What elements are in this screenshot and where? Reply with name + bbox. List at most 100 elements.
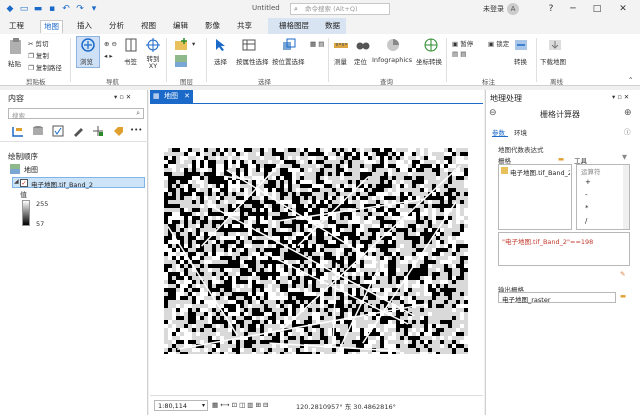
rasters-list[interactable]: 电子地图.tif_Band_2: [498, 164, 572, 230]
download-map-icon[interactable]: [548, 38, 562, 52]
measure-button[interactable]: 测量: [334, 56, 347, 66]
tab-insert[interactable]: 插入: [74, 20, 95, 33]
operator-multiply[interactable]: *: [585, 204, 589, 212]
goto-xy-icon[interactable]: [146, 38, 160, 52]
list-by-source-icon[interactable]: [32, 125, 44, 137]
tab-imagery[interactable]: 影像: [202, 20, 223, 33]
copy-path-button[interactable]: ❐ 复制路径: [28, 62, 62, 72]
save-icon[interactable]: ▪: [46, 3, 58, 15]
minimize-button[interactable]: ─: [566, 2, 580, 16]
goto-xy-button[interactable]: 转到 XY: [144, 56, 162, 70]
locate-button[interactable]: 定位: [354, 56, 367, 66]
list-by-labeling-icon[interactable]: [112, 125, 124, 137]
basemap-icon[interactable]: [174, 54, 188, 68]
expression-builder-icon[interactable]: ✎: [620, 270, 625, 278]
redo-icon[interactable]: ↷: [74, 3, 86, 15]
avatar[interactable]: A: [507, 3, 519, 15]
undo-icon[interactable]: ↶: [60, 3, 72, 15]
operator-minus[interactable]: -: [585, 191, 588, 199]
operator-plus[interactable]: +: [585, 178, 591, 186]
more-options-icon[interactable]: •••: [130, 126, 142, 134]
raster-list-item[interactable]: 电子地图.tif_Band_2: [499, 166, 571, 177]
sign-in-status[interactable]: 未登录: [483, 4, 504, 14]
scale-selector[interactable]: 1:80,114 ▾: [154, 400, 208, 411]
pause-labels-button[interactable]: ▣ 暂停: [452, 38, 473, 48]
maximize-button[interactable]: □: [590, 2, 604, 16]
help-icon[interactable]: ⓘ: [624, 126, 631, 136]
download-map-button[interactable]: 下载地图: [540, 56, 566, 66]
infographics-icon[interactable]: [386, 38, 400, 52]
tab-edit[interactable]: 编辑: [170, 20, 191, 33]
map-view-tab[interactable]: ▦ 地图 ✕: [150, 90, 193, 103]
measure-icon[interactable]: [334, 38, 348, 52]
tab-data[interactable]: 数据: [322, 20, 343, 33]
list-by-selection-icon[interactable]: [52, 125, 64, 137]
help-button[interactable]: ?: [544, 2, 558, 16]
cut-button[interactable]: ✂ 剪切: [28, 38, 49, 48]
select-by-location-icon[interactable]: [282, 38, 296, 52]
layer-item[interactable]: ◢ ✓ 电子地图.tif_Band_2: [12, 177, 145, 189]
tab-raster-layer[interactable]: 栅格图层: [276, 20, 312, 33]
command-search-input[interactable]: ⌕ 命令搜索 (Alt+Q): [290, 3, 390, 15]
tab-share[interactable]: 共享: [234, 20, 255, 33]
map-canvas[interactable]: [150, 103, 483, 395]
convert-button[interactable]: 转换: [514, 56, 527, 66]
output-raster-input[interactable]: 电子地图_raster: [498, 292, 616, 304]
operators-scrollbar[interactable]: [623, 165, 629, 229]
tab-map[interactable]: 地图: [40, 20, 63, 33]
expression-textbox[interactable]: "电子地图.tif_Band_2"==198: [498, 232, 630, 266]
layer-visibility-checkbox[interactable]: ✓: [20, 179, 28, 187]
list-by-snapping-icon[interactable]: [92, 125, 104, 137]
new-project-icon[interactable]: ▭: [18, 3, 30, 15]
close-tab-icon[interactable]: ✕: [184, 90, 190, 103]
filter-icon[interactable]: ▼: [622, 153, 627, 161]
select-by-attributes-button[interactable]: 按属性选择: [236, 56, 269, 66]
cut-icon: ✂: [28, 40, 36, 48]
tab-view[interactable]: 视图: [138, 20, 159, 33]
select-button[interactable]: 选择: [214, 56, 227, 66]
convert-icon[interactable]: [514, 38, 528, 52]
bookmark-button[interactable]: 书签: [124, 56, 137, 66]
geoprocessing-pane-controls-icon[interactable]: ▾ ▫ ✕: [612, 93, 629, 101]
copy-button[interactable]: ❐ 复制: [28, 50, 49, 60]
list-by-editing-icon[interactable]: [72, 125, 84, 137]
locate-icon[interactable]: [356, 38, 370, 52]
title-bar: ◆ ▭ ▬ ▪ ↶ ↷ ▾ Untitled ⌕ 命令搜索 (Alt+Q) 未登…: [0, 0, 640, 18]
select-by-location-button[interactable]: 按位置选择: [272, 56, 305, 66]
open-folder-icon[interactable]: ▬: [32, 3, 44, 15]
layer-more-icon[interactable]: ▾: [192, 40, 195, 48]
contents-search-input[interactable]: 搜索 ⌕: [8, 108, 144, 120]
paste-icon[interactable]: [8, 38, 24, 56]
expand-chevron-icon[interactable]: ◢: [14, 178, 19, 185]
paste-button[interactable]: 粘贴: [8, 58, 21, 68]
zoom-tools-icon[interactable]: ⊕ ⊖: [104, 40, 117, 48]
contents-pane-controls-icon[interactable]: ▾ ▫ ✕: [114, 93, 131, 101]
map-status-tools-icon[interactable]: ▦ ⟷ ⊡ ◫ ▥ ⊞ ⊟: [212, 401, 268, 409]
coordinate-conversion-icon[interactable]: [424, 38, 438, 52]
add-icon[interactable]: ⊕: [624, 108, 632, 118]
select-by-attributes-icon[interactable]: [242, 38, 256, 52]
navigate-tools-icon[interactable]: ◂ ▸: [104, 52, 113, 60]
tab-project[interactable]: 工程: [6, 20, 27, 33]
tab-environments[interactable]: 环境: [514, 127, 527, 137]
label-tools-icon[interactable]: ▤ ▤: [452, 50, 466, 58]
bookmark-icon[interactable]: [124, 38, 138, 52]
map-tree-item[interactable]: 地图: [10, 164, 140, 175]
back-icon[interactable]: ⊖: [489, 108, 497, 118]
raster-layer-icon: [501, 167, 508, 174]
customize-icon[interactable]: ▾: [88, 3, 100, 15]
coordinate-conversion-button[interactable]: 坐标转换: [416, 56, 442, 66]
select-icon[interactable]: [214, 38, 228, 52]
folder-icon[interactable]: ▬: [558, 155, 564, 163]
operator-divide[interactable]: /: [585, 217, 587, 225]
operators-list[interactable]: 运算符 + - * /: [576, 164, 630, 230]
list-by-drawing-order-icon[interactable]: [12, 125, 24, 137]
tab-analysis[interactable]: 分析: [106, 20, 127, 33]
browse-folder-icon[interactable]: ▬: [620, 292, 626, 300]
infographics-button[interactable]: Infographics: [372, 56, 412, 64]
add-data-icon[interactable]: [174, 38, 188, 52]
lock-labels-button[interactable]: ▣ 锁定: [488, 38, 509, 48]
collapse-ribbon-icon[interactable]: ⌃: [628, 76, 633, 84]
selection-tools-icon[interactable]: ▦ ▤: [310, 40, 324, 48]
close-button[interactable]: ✕: [616, 2, 630, 16]
